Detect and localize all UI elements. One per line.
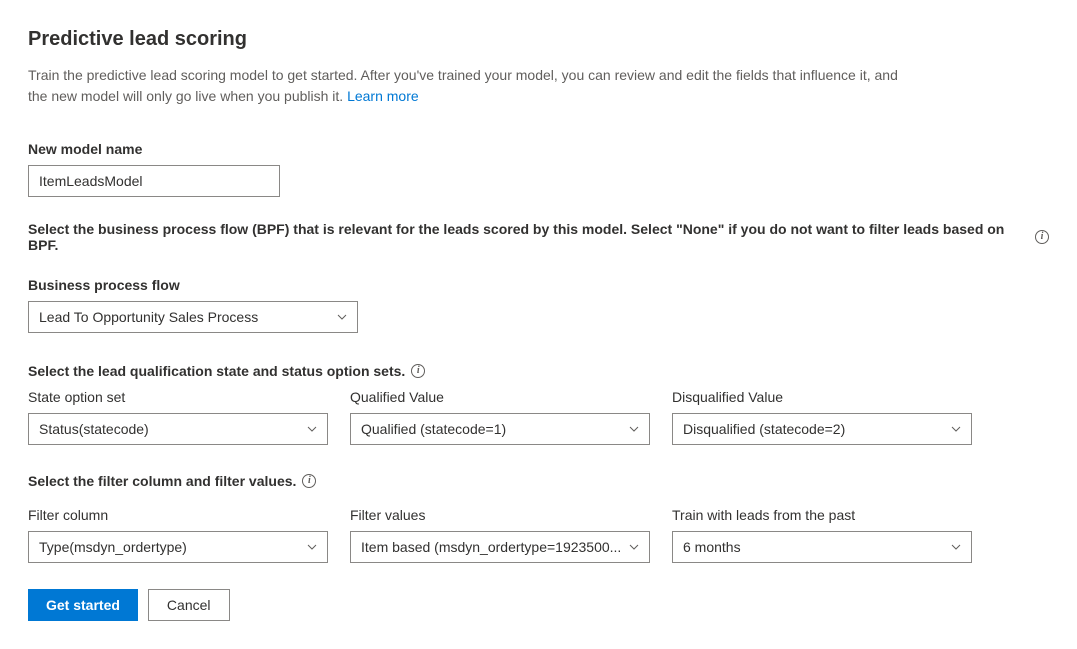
model-name-input[interactable]	[28, 165, 280, 197]
model-name-label: New model name	[28, 141, 1049, 157]
state-option-set-select[interactable]: Status(statecode)	[28, 413, 328, 445]
bpf-label: Business process flow	[28, 277, 1049, 293]
intro-text-body: Train the predictive lead scoring model …	[28, 67, 898, 104]
filter-column-select[interactable]: Type(msdyn_ordertype)	[28, 531, 328, 563]
state-option-set-label: State option set	[28, 389, 328, 405]
train-past-label: Train with leads from the past	[672, 507, 972, 523]
bpf-select[interactable]: Lead To Opportunity Sales Process	[28, 301, 358, 333]
qualified-value-label: Qualified Value	[350, 389, 650, 405]
filter-values-select[interactable]: Item based (msdyn_ordertype=1923500...	[350, 531, 650, 563]
info-icon[interactable]: i	[302, 474, 316, 488]
page-title: Predictive lead scoring	[28, 28, 1049, 51]
qualified-value-select[interactable]: Qualified (statecode=1)	[350, 413, 650, 445]
disqualified-value-label: Disqualified Value	[672, 389, 972, 405]
filter-column-label: Filter column	[28, 507, 328, 523]
get-started-button[interactable]: Get started	[28, 589, 138, 621]
train-past-select[interactable]: 6 months	[672, 531, 972, 563]
filter-values-label: Filter values	[350, 507, 650, 523]
intro-text: Train the predictive lead scoring model …	[28, 65, 908, 107]
bpf-section-label: Select the business process flow (BPF) t…	[28, 221, 1029, 253]
info-icon[interactable]: i	[1035, 230, 1049, 244]
info-icon[interactable]: i	[411, 364, 425, 378]
learn-more-link[interactable]: Learn more	[347, 88, 419, 104]
cancel-button[interactable]: Cancel	[148, 589, 230, 621]
disqualified-value-select[interactable]: Disqualified (statecode=2)	[672, 413, 972, 445]
qualification-section-label: Select the lead qualification state and …	[28, 363, 405, 379]
filter-section-label: Select the filter column and filter valu…	[28, 473, 296, 489]
